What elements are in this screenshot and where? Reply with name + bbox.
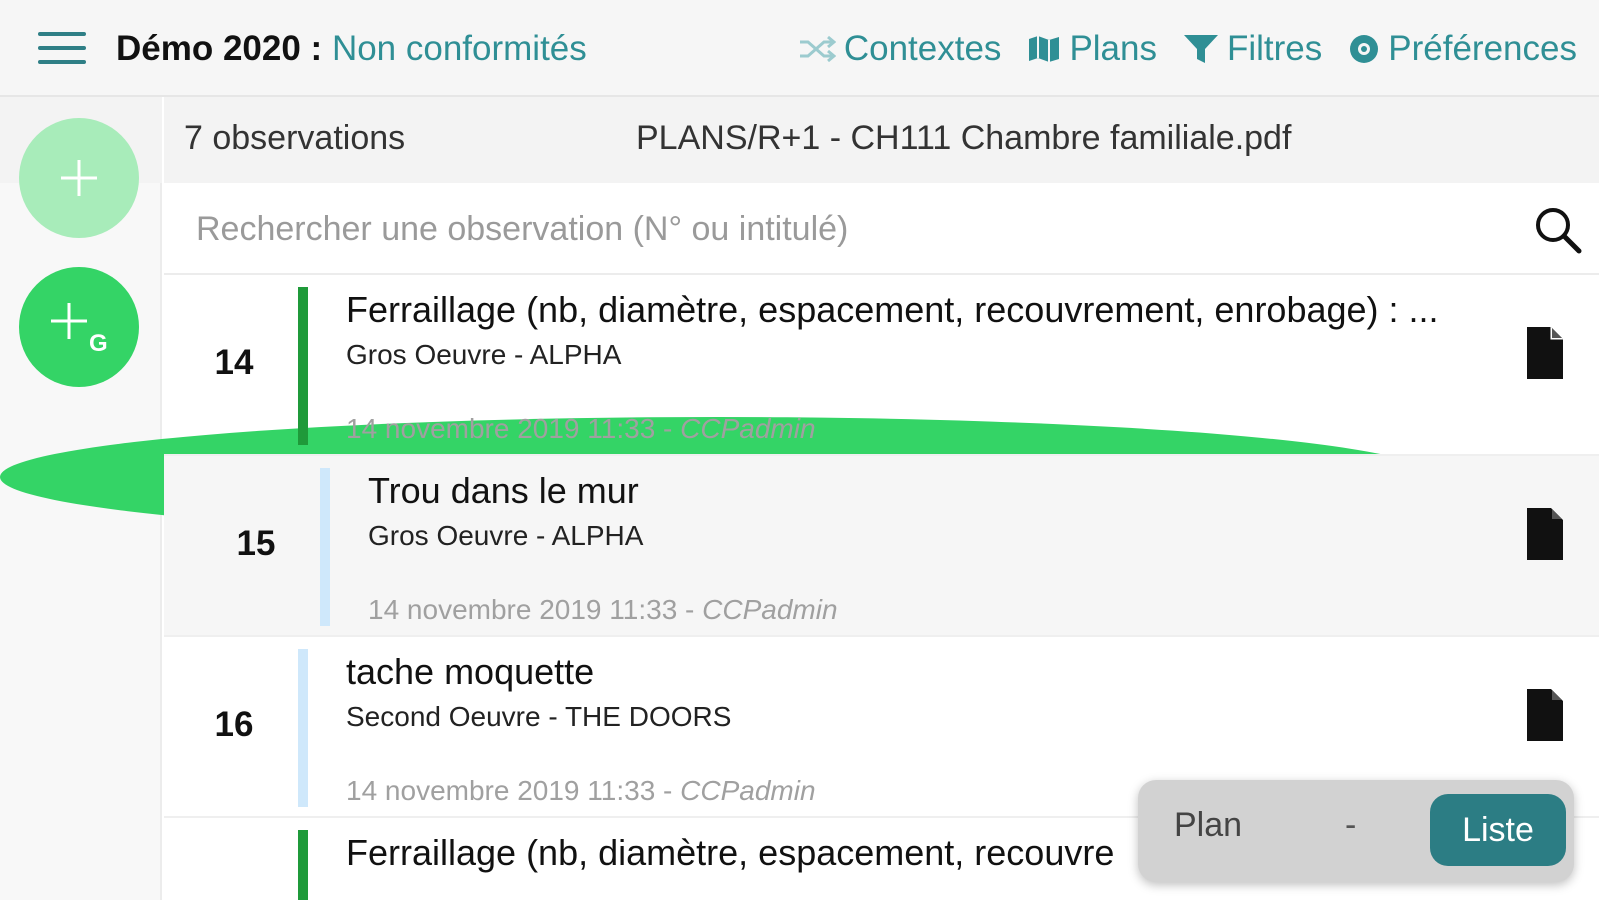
date-text: 14 novembre 2019 11:33 - <box>368 594 703 625</box>
project-name: Démo 2020 <box>116 29 301 68</box>
plan-file-name: PLANS/R+1 - CH111 Chambre familiale.pdf <box>636 119 1292 157</box>
toggle-liste-option[interactable]: Liste <box>1430 794 1566 866</box>
toggle-plan-option[interactable]: Plan <box>1174 806 1242 845</box>
g-badge: G <box>89 330 108 357</box>
status-bar <box>320 468 330 626</box>
observation-number: 14 <box>214 343 254 382</box>
observation-number: 16 <box>214 705 254 744</box>
status-bar <box>298 830 308 900</box>
hamburger-menu-icon[interactable] <box>38 32 86 64</box>
observation-date: 14 novembre 2019 11:33 - CCPadmin <box>346 775 816 807</box>
search-bar <box>164 183 1599 275</box>
author: CCPadmin <box>680 413 816 444</box>
nav-filtres[interactable]: Filtres <box>1183 26 1322 72</box>
top-bar: Démo 2020 : Non conformités Contextes Pl… <box>0 0 1599 97</box>
observation-date: 14 novembre 2019 11:33 - CCPadmin <box>346 413 816 445</box>
nav-contextes-label: Contextes <box>843 29 1002 68</box>
author: CCPadmin <box>702 594 838 625</box>
header-nav: Contextes Plans Filtres Préférences <box>798 26 1577 72</box>
observation-count: 7 observations <box>184 119 406 157</box>
nav-filtres-label: Filtres <box>1227 29 1323 68</box>
observation-title: Ferraillage (nb, diamètre, espacement, r… <box>346 289 1439 330</box>
view-toggle: Plan - Liste <box>1138 780 1574 882</box>
search-icon[interactable] <box>1531 203 1585 257</box>
module-name[interactable]: Non conformités <box>332 29 587 68</box>
date-text: 14 novembre 2019 11:33 - <box>346 413 681 444</box>
add-observation-button[interactable] <box>19 118 139 238</box>
nav-plans[interactable]: Plans <box>1027 26 1157 72</box>
nav-contextes[interactable]: Contextes <box>798 26 1002 72</box>
author: CCPadmin <box>680 775 816 806</box>
document-icon[interactable] <box>1525 506 1565 562</box>
observation-row[interactable]: 14 Ferraillage (nb, diamètre, espacement… <box>164 275 1599 456</box>
map-icon <box>1029 36 1060 62</box>
observation-lot: Gros Oeuvre - ALPHA <box>346 339 622 370</box>
observation-title: tache moquette <box>346 651 595 692</box>
observation-row[interactable]: 15 Trou dans le mur Gros Oeuvre - ALPHA … <box>164 456 1599 637</box>
info-bar: 7 observations PLANS/R+1 - CH111 Chambre… <box>164 97 1599 183</box>
observation-lot: Second Oeuvre - THE DOORS <box>346 701 732 732</box>
observation-title: Ferraillage (nb, diamètre, espacement, r… <box>346 832 1115 873</box>
toggle-separator: - <box>1345 806 1357 844</box>
left-rail: G <box>0 97 1435 900</box>
search-input[interactable] <box>182 199 1482 259</box>
status-bar <box>298 287 308 445</box>
observation-number: 15 <box>236 524 276 563</box>
document-icon[interactable] <box>1525 687 1565 743</box>
page-title: Démo 2020 : Non conformités <box>116 26 587 72</box>
observation-title: Trou dans le mur <box>368 470 639 511</box>
plus-g-icon: G <box>51 303 108 357</box>
observation-date: 14 novembre 2019 11:33 - CCPadmin <box>368 594 838 626</box>
date-text: 14 novembre 2019 11:33 - <box>346 775 681 806</box>
nav-preferences-label: Préférences <box>1388 29 1577 68</box>
nav-plans-label: Plans <box>1069 29 1157 68</box>
filter-icon <box>1184 35 1218 63</box>
title-separator: : <box>300 29 332 68</box>
add-general-observation-button[interactable]: G <box>19 267 139 387</box>
document-icon[interactable] <box>1525 325 1565 381</box>
settings-icon <box>1350 35 1379 63</box>
observation-lot: Gros Oeuvre - ALPHA <box>368 520 644 551</box>
nav-preferences[interactable]: Préférences <box>1348 26 1577 72</box>
status-bar <box>298 649 308 807</box>
shuffle-icon <box>799 35 836 63</box>
plus-icon <box>61 160 97 196</box>
